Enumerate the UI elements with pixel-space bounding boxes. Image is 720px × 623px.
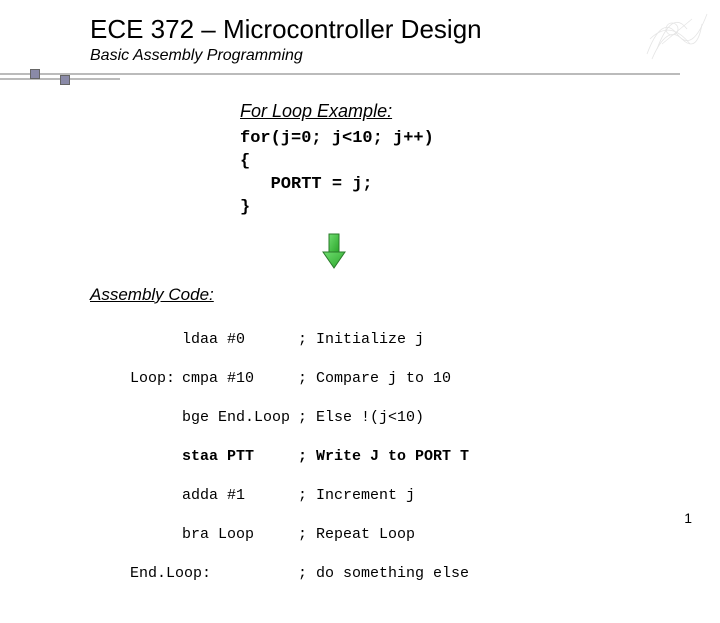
asm-row: staa PTT; Write J to PORT T <box>130 447 680 467</box>
c-code-block: for(j=0; j<10; j++) { PORTT = j; } <box>240 128 680 220</box>
asm-comment: ; do something else <box>298 565 469 582</box>
asm-comment: ; Else !(j<10) <box>298 409 424 426</box>
asm-instr: adda #1 <box>182 486 298 506</box>
asm-comment: ; Compare j to 10 <box>298 370 451 387</box>
asm-instr: ldaa #0 <box>182 330 298 350</box>
down-arrow-icon <box>320 232 680 277</box>
asm-label: Loop: <box>130 369 182 389</box>
asm-comment: ; Write J to PORT T <box>298 448 469 465</box>
asm-row: bra Loop; Repeat Loop <box>130 525 680 545</box>
asm-row: ldaa #0; Initialize j <box>130 330 680 350</box>
header: ECE 372 – Microcontroller Design Basic A… <box>0 0 720 83</box>
code-line: { <box>240 152 250 171</box>
code-line: for(j=0; j<10; j++) <box>240 129 434 148</box>
code-line: } <box>240 198 250 217</box>
asm-instr: staa PTT <box>182 447 298 467</box>
asm-comment: ; Initialize j <box>298 331 424 348</box>
lecture-subtitle: Basic Assembly Programming <box>90 47 720 65</box>
asm-row: End.Loop: ; do something else <box>130 564 680 584</box>
assembly-code-block: ldaa #0; Initialize j Loop:cmpa #10; Com… <box>130 311 680 623</box>
asm-comment: ; Increment j <box>298 487 415 504</box>
header-rule <box>90 69 720 83</box>
assembly-heading: Assembly Code: <box>90 285 680 305</box>
asm-instr: bge End.Loop <box>182 408 298 428</box>
asm-row: bge End.Loop; Else !(j<10) <box>130 408 680 428</box>
example-heading: For Loop Example: <box>240 101 680 122</box>
course-title: ECE 372 – Microcontroller Design <box>90 14 720 45</box>
asm-instr: cmpa #10 <box>182 369 298 389</box>
slide-content: For Loop Example: for(j=0; j<10; j++) { … <box>0 83 720 623</box>
page-number: 1 <box>684 510 692 526</box>
asm-row: Loop:cmpa #10; Compare j to 10 <box>130 369 680 389</box>
decorative-sketch <box>642 4 712 64</box>
asm-row: adda #1; Increment j <box>130 486 680 506</box>
asm-label: End.Loop: <box>130 564 210 584</box>
asm-instr: bra Loop <box>182 525 298 545</box>
code-line: PORTT = j; <box>240 175 373 194</box>
asm-comment: ; Repeat Loop <box>298 526 415 543</box>
